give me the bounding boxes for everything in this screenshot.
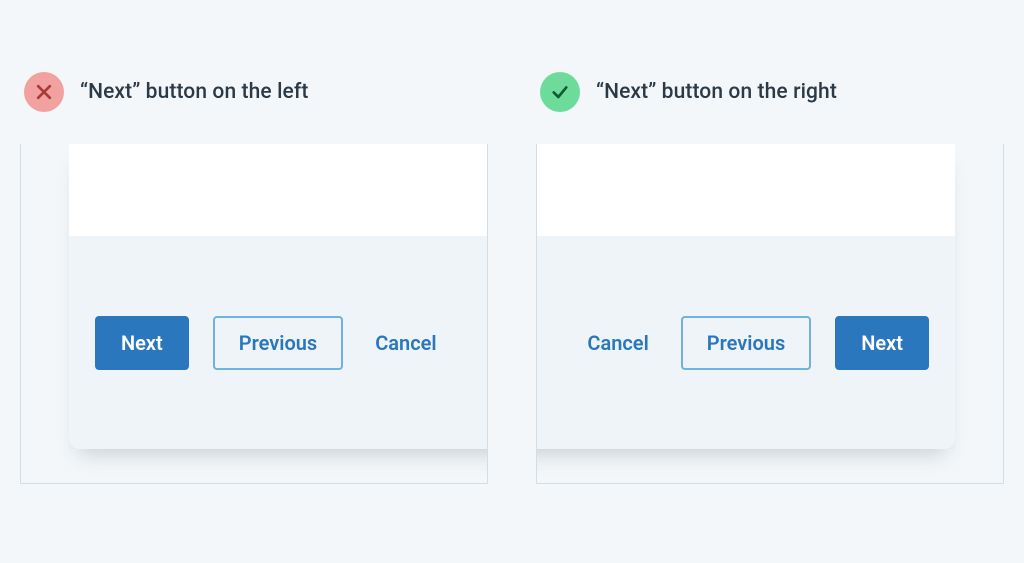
- good-example-column: “Next” button on the right Cancel Previo…: [536, 72, 1004, 484]
- check-icon: [540, 72, 580, 112]
- next-button[interactable]: Next: [835, 316, 929, 370]
- good-example-dialog-wrapper: Cancel Previous Next: [536, 144, 955, 449]
- bad-example-dialog-wrapper: Next Previous Cancel: [69, 144, 488, 449]
- good-example-header: “Next” button on the right: [536, 72, 1004, 112]
- bad-example-header: “Next” button on the left: [20, 72, 488, 112]
- bad-example-caption: “Next” button on the left: [80, 80, 309, 104]
- cross-icon: [24, 72, 64, 112]
- previous-button[interactable]: Previous: [681, 316, 811, 370]
- next-button[interactable]: Next: [95, 316, 189, 370]
- good-example-dialog: Cancel Previous Next: [536, 144, 955, 449]
- good-example-frame: Cancel Previous Next: [536, 144, 1004, 484]
- dialog-body: [536, 144, 955, 236]
- cancel-button[interactable]: Cancel: [367, 316, 444, 370]
- bad-example-column: “Next” button on the left Next Previous …: [20, 72, 488, 484]
- dialog-body: [69, 144, 488, 236]
- dialog-footer: Next Previous Cancel: [69, 236, 488, 449]
- previous-button[interactable]: Previous: [213, 316, 343, 370]
- dialog-footer: Cancel Previous Next: [536, 236, 955, 449]
- cancel-button[interactable]: Cancel: [579, 316, 656, 370]
- bad-example-dialog: Next Previous Cancel: [69, 144, 488, 449]
- bad-example-frame: Next Previous Cancel: [20, 144, 488, 484]
- comparison-stage: “Next” button on the left Next Previous …: [0, 0, 1024, 484]
- good-example-caption: “Next” button on the right: [596, 80, 837, 104]
